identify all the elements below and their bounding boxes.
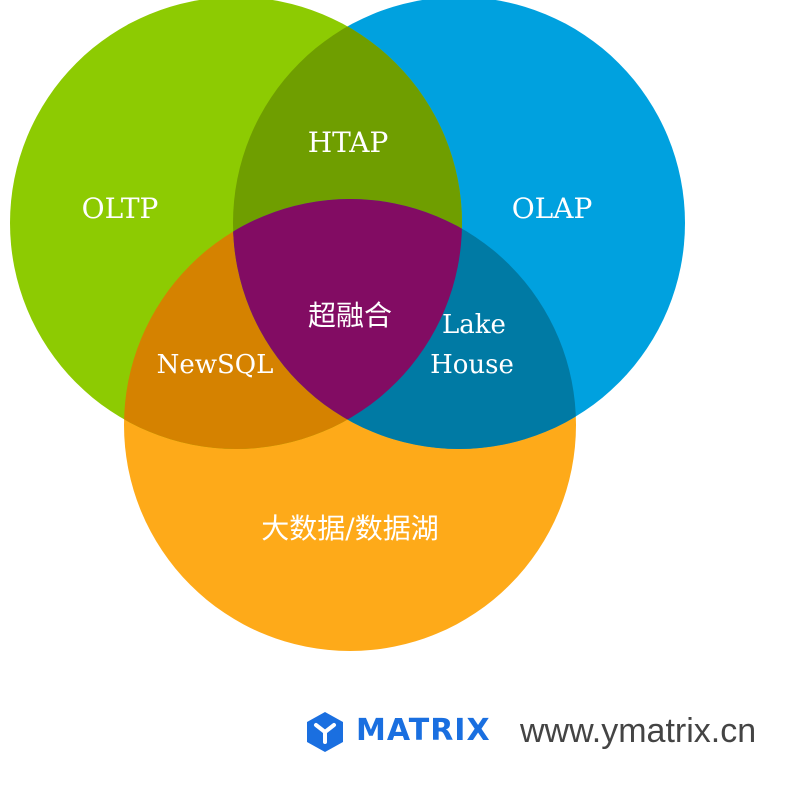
venn-diagram: OLTP OLAP HTAP 超融合 NewSQL Lake House 大数据…	[10, 0, 685, 651]
brand-name: MATRIX	[356, 713, 491, 748]
lake-label: Lake	[442, 310, 506, 340]
big-data-label: 大数据/数据湖	[261, 512, 438, 545]
hyper-converged-label: 超融合	[308, 299, 392, 332]
htap-label: HTAP	[308, 126, 389, 159]
olap-label: OLAP	[512, 192, 593, 225]
oltp-label: OLTP	[82, 192, 159, 225]
newsql-label: NewSQL	[157, 350, 274, 380]
matrix-logo-icon	[307, 712, 343, 752]
house-label: House	[430, 350, 514, 380]
website-url: www.ymatrix.cn	[520, 712, 757, 750]
